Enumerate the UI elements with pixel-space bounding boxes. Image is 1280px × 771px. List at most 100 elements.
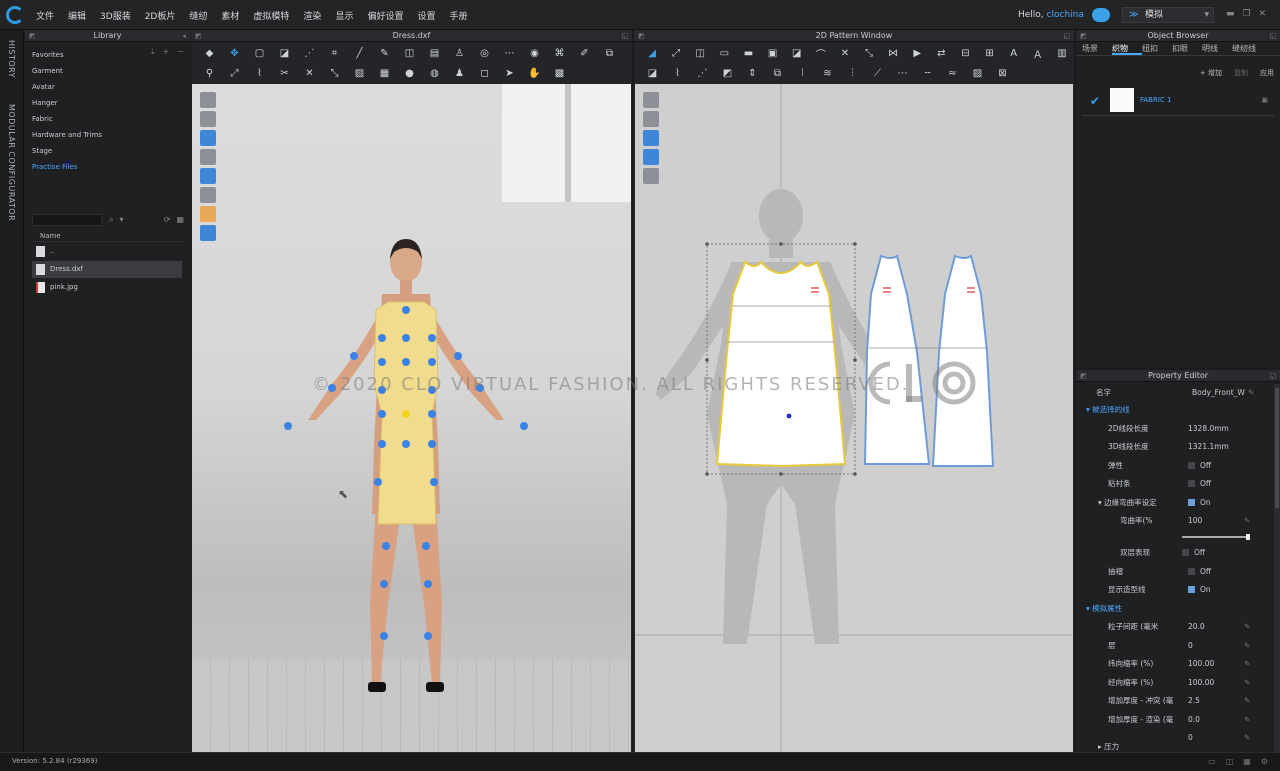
- layout-grid-icon[interactable]: ▦: [1243, 757, 1251, 766]
- undock-icon[interactable]: ◱: [1063, 30, 1070, 42]
- internal-rect-icon[interactable]: ▣: [761, 46, 785, 60]
- grid-2d-icon[interactable]: ⊠: [990, 66, 1015, 80]
- trim-icon[interactable]: ⌘: [547, 46, 572, 60]
- pin-icon[interactable]: ◩: [638, 30, 645, 42]
- text-icon[interactable]: A: [1002, 46, 1026, 60]
- section-selected-line[interactable]: ▾ 被选择的线: [1076, 401, 1272, 419]
- pin-icon[interactable]: ◩: [29, 30, 36, 42]
- cloud-icon[interactable]: [1092, 8, 1110, 22]
- polygon-icon[interactable]: ▬: [736, 46, 760, 60]
- viewport-2d[interactable]: [635, 84, 1073, 752]
- warp-input[interactable]: 100.00: [1188, 674, 1214, 692]
- edit-pattern-icon[interactable]: ◢: [640, 46, 664, 60]
- user-name[interactable]: clochina: [1047, 10, 1084, 20]
- pin-icon[interactable]: ◩: [1080, 30, 1087, 42]
- settings-icon[interactable]: ⚙: [1261, 757, 1268, 766]
- line-icon[interactable]: ╱: [347, 46, 372, 60]
- annotation-icon[interactable]: Ａ: [1026, 46, 1050, 61]
- pin-icon[interactable]: ◩: [1080, 370, 1087, 382]
- fit-icon[interactable]: ⤡: [322, 66, 347, 80]
- undock-icon[interactable]: ◱: [1269, 370, 1276, 382]
- category-fabric[interactable]: Fabric: [25, 111, 190, 127]
- fold-2d-icon[interactable]: ◪: [640, 66, 665, 80]
- tab-sewing-line[interactable]: 缝纫线: [1232, 42, 1262, 55]
- prop-toggle[interactable]: Off: [1188, 563, 1211, 581]
- layer-input[interactable]: 0: [1188, 637, 1193, 655]
- viewport-3d[interactable]: ⬉: [192, 84, 631, 752]
- zip-icon[interactable]: ⧉: [597, 46, 622, 60]
- fold-line-icon[interactable]: ╌: [915, 66, 940, 80]
- curvature-slider[interactable]: [1182, 534, 1250, 540]
- search-icon[interactable]: ⌕: [109, 215, 113, 225]
- piping-icon[interactable]: ⦚: [790, 66, 815, 80]
- cross-icon[interactable]: ✕: [297, 66, 322, 80]
- menu-render[interactable]: 渲染: [303, 9, 321, 22]
- pointer-icon[interactable]: ➤: [497, 66, 522, 80]
- category-hardware[interactable]: Hardware and Trims: [25, 127, 190, 143]
- cross-line-icon[interactable]: ✕: [833, 46, 857, 60]
- category-garment[interactable]: Garment: [25, 63, 190, 79]
- topstitch-icon[interactable]: ⋯: [497, 46, 522, 60]
- menu-2d-pattern[interactable]: 2D板片: [145, 9, 176, 22]
- shading-icon[interactable]: ▨: [965, 66, 990, 80]
- trace-icon[interactable]: ⟋: [865, 66, 890, 80]
- tab-history[interactable]: HISTORY: [7, 40, 16, 78]
- menu-preferences[interactable]: 偏好设置: [367, 9, 403, 22]
- fold-icon[interactable]: ◪: [272, 46, 297, 60]
- tab-modular-configurator[interactable]: MODULAR CONFIGURATOR: [7, 104, 16, 221]
- tack-icon[interactable]: ⋰: [297, 46, 322, 60]
- record-icon[interactable]: ●: [397, 66, 422, 80]
- edit-icon[interactable]: ✎: [1244, 637, 1250, 655]
- brush-icon[interactable]: ✐: [572, 46, 597, 60]
- menu-3d-garment[interactable]: 3D服装: [100, 9, 131, 22]
- topstitch-2d-icon[interactable]: ⋯: [890, 66, 915, 80]
- particle-input[interactable]: 20.0: [1188, 618, 1205, 636]
- prop-toggle[interactable]: Off: [1188, 457, 1211, 475]
- seam-allowance-icon[interactable]: ⊞: [978, 46, 1002, 60]
- file-row-parent[interactable]: ..: [32, 243, 182, 260]
- undock-icon[interactable]: ◱: [1269, 30, 1276, 42]
- box-select-icon[interactable]: ▢: [247, 46, 272, 60]
- pin-tool-icon[interactable]: ✎: [372, 46, 397, 60]
- prop-toggle[interactable]: On: [1188, 494, 1211, 512]
- category-practise-files[interactable]: Practise Files: [25, 159, 190, 175]
- dropdown-icon[interactable]: ▾: [119, 215, 123, 225]
- fold-arrange-icon[interactable]: ▨: [347, 66, 372, 80]
- tab-topstitch[interactable]: 明线: [1202, 42, 1232, 55]
- menu-edit[interactable]: 编辑: [68, 9, 86, 22]
- layout-single-icon[interactable]: ▭: [1208, 757, 1216, 766]
- menu-display[interactable]: 显示: [335, 9, 353, 22]
- slash-icon[interactable]: ⤡: [857, 46, 881, 60]
- dart-icon[interactable]: ◪: [785, 46, 809, 60]
- texture-2d-icon[interactable]: ◩: [715, 66, 740, 80]
- cut-icon[interactable]: ✂: [272, 66, 297, 80]
- file-row-dress-dxf[interactable]: Dress.dxf: [32, 261, 182, 278]
- edit-icon[interactable]: ✎: [1244, 655, 1250, 673]
- sewing-2d-icon[interactable]: ⌇: [665, 66, 690, 80]
- mode-select[interactable]: 模拟: [1122, 7, 1214, 23]
- point-icon[interactable]: ◎: [472, 46, 497, 60]
- apply-fabric-button[interactable]: 应用: [1260, 68, 1274, 78]
- sphere-icon[interactable]: ◍: [422, 66, 447, 80]
- tab-fabric[interactable]: 织物: [1112, 42, 1142, 55]
- weft-input[interactable]: 100.00: [1188, 655, 1214, 673]
- category-stage[interactable]: Stage: [25, 143, 190, 159]
- select-icon[interactable]: ◆: [197, 46, 222, 60]
- measure-2d-icon[interactable]: ▥: [1050, 46, 1074, 60]
- edit-icon[interactable]: ✎: [1244, 674, 1250, 692]
- sew-icon[interactable]: ⌇: [247, 66, 272, 80]
- menu-sewing[interactable]: 缝纫: [189, 9, 207, 22]
- section-simulation[interactable]: ▾ 模拟属性: [1076, 600, 1272, 618]
- curve-icon[interactable]: ⌒: [809, 46, 833, 61]
- library-search-input[interactable]: [32, 214, 102, 226]
- avatar-pose-icon[interactable]: ♙: [447, 46, 472, 60]
- layout-split-icon[interactable]: ◫: [1226, 757, 1234, 766]
- transform-icon[interactable]: ⤢: [664, 46, 688, 60]
- restore-icon[interactable]: ❐: [1243, 9, 1251, 19]
- thickness-render-input[interactable]: 0.0: [1188, 711, 1200, 729]
- close-icon[interactable]: ✕: [1259, 9, 1267, 19]
- elastic-icon[interactable]: ≋: [815, 66, 840, 80]
- fabric-list-item[interactable]: ✔ FABRIC 1 ▣: [1082, 86, 1274, 116]
- refresh-icon[interactable]: ⟳: [164, 215, 171, 224]
- tab-buttons[interactable]: 纽扣: [1142, 42, 1172, 55]
